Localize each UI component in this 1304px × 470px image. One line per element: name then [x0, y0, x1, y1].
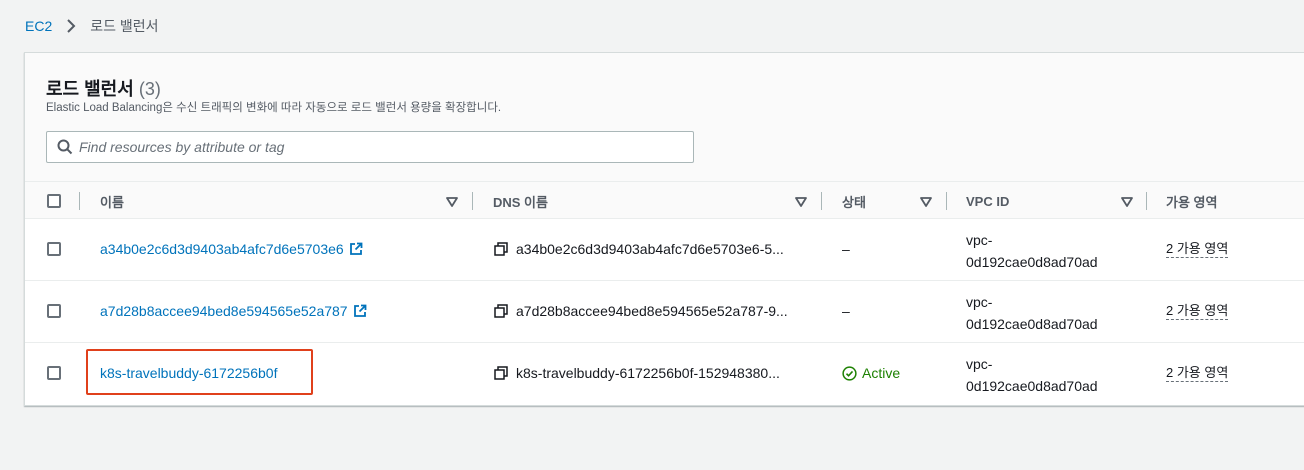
column-divider[interactable]: [472, 192, 473, 210]
caret-down-icon[interactable]: [920, 195, 932, 207]
page-title: 로드 밸런서 (3): [46, 75, 161, 101]
search-box[interactable]: [46, 131, 694, 163]
check-circle-icon: [842, 365, 857, 381]
dns-name: a34b0e2c6d3d9403ab4afc7d6e5703e6-5...: [516, 241, 784, 257]
availability-zones-popover[interactable]: 2 가용 영역: [1166, 241, 1229, 258]
load-balancer-table: 이름 DNS 이름 상태 VPC ID 가용 영역 a34b0e2c6d3d94…: [25, 181, 1304, 405]
column-divider[interactable]: [946, 192, 947, 210]
dns-name-cell: k8s-travelbuddy-6172256b0f-152948380...: [494, 365, 780, 381]
table-row: a7d28b8accee94bed8e594565e52a787 a7d28b8…: [25, 281, 1304, 343]
dns-name: k8s-travelbuddy-6172256b0f-152948380...: [516, 365, 780, 381]
load-balancer-name[interactable]: a7d28b8accee94bed8e594565e52a787: [100, 303, 348, 319]
vpc-id-line1: vpc-: [966, 356, 993, 372]
header-vpc-id[interactable]: VPC ID: [966, 182, 1009, 220]
copy-icon[interactable]: [494, 304, 508, 318]
search-icon: [57, 139, 73, 155]
copy-icon[interactable]: [494, 242, 508, 256]
chevron-right-icon: [62, 16, 80, 36]
caret-down-icon[interactable]: [1121, 195, 1133, 207]
table-row: a34b0e2c6d3d9403ab4afc7d6e5703e6 a34b0e2…: [25, 219, 1304, 281]
caret-down-icon[interactable]: [795, 195, 807, 207]
column-divider: [79, 192, 80, 210]
vpc-id-line2: 0d192cae0d8ad70ad: [966, 378, 1098, 394]
table-header: 이름 DNS 이름 상태 VPC ID 가용 영역: [25, 181, 1304, 219]
header-state[interactable]: 상태: [842, 182, 866, 220]
header-name[interactable]: 이름: [100, 182, 124, 220]
resource-count: (3): [138, 79, 161, 99]
vpc-id-line1: vpc-: [966, 232, 993, 248]
caret-down-icon[interactable]: [446, 195, 458, 207]
load-balancer-name-link[interactable]: k8s-travelbuddy-6172256b0f: [100, 365, 277, 381]
state-cell: Active: [842, 365, 900, 381]
vpc-id-cell: vpc- 0d192cae0d8ad70ad: [966, 229, 1126, 273]
availability-zones-popover[interactable]: 2 가용 영역: [1166, 303, 1229, 320]
status-text: Active: [862, 365, 901, 381]
state-cell: –: [842, 303, 850, 319]
vpc-id-line1: vpc-: [966, 294, 993, 310]
panel-title-text: 로드 밸런서: [46, 79, 134, 99]
row-checkbox[interactable]: [47, 366, 61, 380]
vpc-id-line2: 0d192cae0d8ad70ad: [966, 254, 1098, 270]
availability-zones-popover[interactable]: 2 가용 영역: [1166, 365, 1229, 382]
breadcrumb-current: 로드 밸런서: [90, 18, 159, 34]
column-divider[interactable]: [821, 192, 822, 210]
column-divider[interactable]: [1146, 192, 1147, 210]
vpc-id-cell: vpc- 0d192cae0d8ad70ad: [966, 353, 1126, 397]
header-availability-zones[interactable]: 가용 영역: [1166, 182, 1217, 220]
load-balancer-name-link[interactable]: a7d28b8accee94bed8e594565e52a787: [100, 303, 367, 319]
panel-description: Elastic Load Balancing은 수신 트래픽의 변화에 따라 자…: [46, 102, 502, 114]
dns-name-cell: a34b0e2c6d3d9403ab4afc7d6e5703e6-5...: [494, 241, 784, 257]
search-input[interactable]: [79, 139, 693, 155]
breadcrumb: EC2 로드 밸런서: [25, 16, 159, 36]
row-checkbox[interactable]: [47, 242, 61, 256]
panel-header: 로드 밸런서 (3) Elastic Load Balancing은 수신 트래…: [25, 53, 1304, 181]
header-dns[interactable]: DNS 이름: [493, 182, 548, 220]
load-balancer-name-link[interactable]: a34b0e2c6d3d9403ab4afc7d6e5703e6: [100, 241, 363, 257]
breadcrumb-ec2-link[interactable]: EC2: [25, 18, 52, 34]
dns-name-cell: a7d28b8accee94bed8e594565e52a787-9...: [494, 303, 788, 319]
table-row: k8s-travelbuddy-6172256b0f k8s-travelbud…: [25, 343, 1304, 405]
load-balancers-panel: 로드 밸런서 (3) Elastic Load Balancing은 수신 트래…: [24, 52, 1304, 406]
select-all-checkbox[interactable]: [47, 194, 61, 208]
load-balancer-name[interactable]: k8s-travelbuddy-6172256b0f: [100, 365, 277, 381]
copy-icon[interactable]: [494, 366, 508, 380]
vpc-id-cell: vpc- 0d192cae0d8ad70ad: [966, 291, 1126, 335]
row-checkbox[interactable]: [47, 304, 61, 318]
load-balancer-name[interactable]: a34b0e2c6d3d9403ab4afc7d6e5703e6: [100, 241, 344, 257]
external-link-icon[interactable]: [349, 242, 363, 256]
state-cell: –: [842, 241, 850, 257]
dns-name: a7d28b8accee94bed8e594565e52a787-9...: [516, 303, 788, 319]
external-link-icon[interactable]: [353, 304, 367, 318]
vpc-id-line2: 0d192cae0d8ad70ad: [966, 316, 1098, 332]
